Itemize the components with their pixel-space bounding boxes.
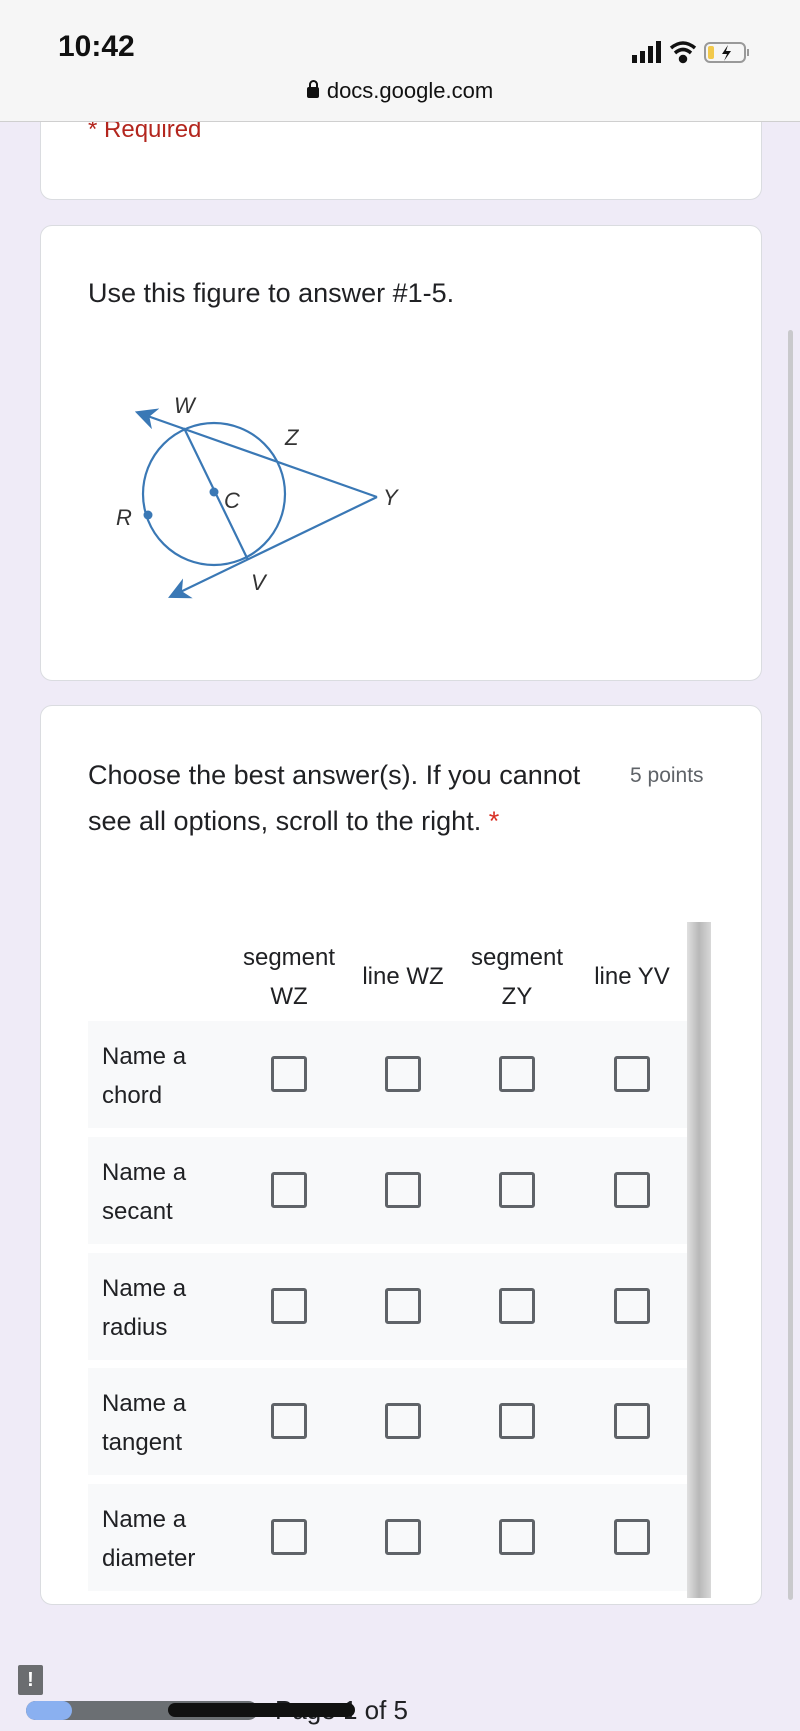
column-header: line YV (594, 963, 670, 990)
line-yw (134, 408, 378, 499)
checkbox[interactable] (499, 1288, 535, 1324)
row-label: Name a secant (102, 1159, 187, 1225)
line-yv (168, 496, 378, 599)
url-text: docs.google.com (326, 78, 494, 103)
row-label: Name a chord (102, 1043, 187, 1109)
horizontal-scroll-shadow (687, 922, 711, 1598)
checkbox[interactable] (614, 1519, 650, 1555)
point-r (143, 510, 153, 520)
column-header: segment WZ (242, 944, 336, 1010)
home-indicator[interactable] (168, 1703, 355, 1717)
checkbox[interactable] (499, 1056, 535, 1092)
column-header: line WZ (362, 963, 444, 990)
checkbox[interactable] (385, 1172, 421, 1208)
label-v: V (251, 570, 268, 595)
row-label: Name a diameter (102, 1506, 196, 1572)
checkbox[interactable] (499, 1172, 535, 1208)
points-label: 5 points (630, 764, 704, 787)
checkbox[interactable] (385, 1288, 421, 1324)
progress-fill (26, 1701, 73, 1720)
browser-status-bar: 10:42 docs.google.com (0, 0, 800, 122)
label-r: R (116, 505, 132, 530)
label-c: C (224, 488, 240, 513)
grid-row: Name a radius (88, 1253, 710, 1360)
column-header: segment ZY (470, 944, 564, 1010)
checkbox[interactable] (385, 1056, 421, 1092)
label-z: Z (284, 425, 300, 450)
battery-icon (704, 42, 749, 63)
checkbox[interactable] (271, 1519, 307, 1555)
required-asterisk: * (488, 806, 500, 836)
address-bar[interactable]: docs.google.com (0, 78, 800, 104)
checkbox[interactable] (614, 1403, 650, 1439)
lock-icon (306, 80, 319, 98)
checkbox[interactable] (499, 1519, 535, 1555)
question-text: Choose the best answer(s). If you cannot… (88, 760, 581, 836)
page-scrollbar[interactable] (788, 330, 793, 1600)
grid-row: Name a chord (88, 1021, 710, 1128)
status-icons (632, 41, 749, 64)
checkbox[interactable] (385, 1519, 421, 1555)
label-y: Y (383, 485, 399, 510)
alert-icon[interactable]: ! (18, 1665, 43, 1695)
grid-row: Name a tangent (88, 1368, 710, 1475)
checkbox[interactable] (271, 1403, 307, 1439)
clock: 10:42 (58, 30, 135, 63)
grid-row: Name a diameter (88, 1484, 710, 1591)
grid-row: Name a secant (88, 1137, 710, 1244)
wifi-icon (669, 41, 697, 64)
checkbox[interactable] (614, 1172, 650, 1208)
checkbox-grid[interactable]: segment WZ line WZ segment ZY line YV s … (88, 920, 710, 1598)
label-w: W (174, 393, 197, 418)
row-label: Name a tangent (102, 1390, 187, 1456)
center-point (209, 487, 219, 497)
checkbox[interactable] (271, 1288, 307, 1324)
checkbox[interactable] (271, 1172, 307, 1208)
checkbox[interactable] (385, 1403, 421, 1439)
signal-icon (632, 41, 661, 63)
checkbox[interactable] (499, 1403, 535, 1439)
checkbox[interactable] (614, 1056, 650, 1092)
checkbox[interactable] (614, 1288, 650, 1324)
checkbox[interactable] (271, 1056, 307, 1092)
row-label: Name a radius (102, 1275, 187, 1341)
